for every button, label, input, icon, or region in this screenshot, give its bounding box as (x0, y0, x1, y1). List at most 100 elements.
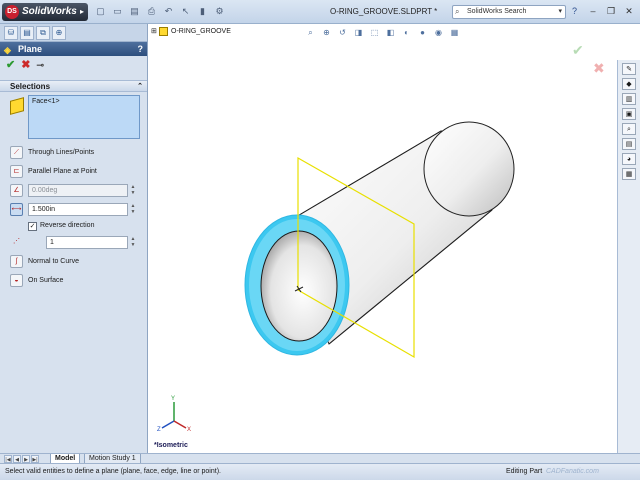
save-icon[interactable]: ▤ (128, 5, 141, 18)
view-palette-tab-icon[interactable]: ▤ (622, 138, 636, 150)
quick-access-toolbar: ▢ ▭ ▤ ⎙ ↶ ↖ ▮ ⚙ (94, 5, 226, 19)
parallel-plane-icon[interactable]: ⊏ (10, 165, 23, 178)
new-document-icon[interactable]: ▢ (94, 5, 107, 18)
collapse-icon[interactable]: ⌃ (137, 81, 143, 92)
propertymanager-tab-icon[interactable]: ▤ (20, 26, 34, 40)
editing-mode: Editing Part (506, 468, 543, 475)
property-manager-header: ◈ Plane ? (0, 42, 147, 56)
offset-distance-row: ⟷ 1.500in ▲ ▼ (0, 200, 147, 219)
angle-field[interactable]: 0.00deg (28, 184, 128, 197)
property-manager-title: Plane (18, 44, 43, 54)
rebuild-icon[interactable]: ▮ (196, 5, 209, 18)
task-pane-top (617, 24, 640, 60)
offset-distance-field[interactable]: 1.500in (28, 203, 128, 216)
view-orientation-label: *Isometric (154, 442, 188, 449)
cancel-button[interactable]: ✖ (21, 59, 30, 71)
appearances-tab-icon[interactable]: ◕ (622, 153, 636, 165)
number-of-planes-spinner[interactable]: ▲ ▼ (129, 236, 137, 249)
title-bar: DS SolidWorks ▸ ▢ ▭ ▤ ⎙ ↶ ↖ ▮ ⚙ O-RING_G… (0, 0, 640, 24)
bottom-tab-bar: |◀ ◀ ▶ ▶| Model Motion Study 1 (0, 453, 640, 464)
document-title: O-RING_GROOVE.SLDPRT * (330, 7, 438, 16)
on-surface-icon[interactable]: ◒ (10, 274, 23, 287)
svg-text:Z: Z (157, 427, 161, 433)
through-lines-points-label: Through Lines/Points (28, 149, 95, 156)
pm-action-buttons: ✔ ✖ ⊸ (0, 56, 147, 74)
search-tab-icon[interactable]: ⌕ (622, 123, 636, 135)
search-placeholder: SolidWorks Search (467, 8, 527, 15)
cylinder-back-face (423, 121, 515, 217)
last-tab-icon[interactable]: ▶| (31, 455, 39, 463)
face-selection-icon (10, 97, 24, 115)
at-angle-icon[interactable]: ∠ (10, 184, 23, 197)
reverse-direction-checkbox[interactable]: ✓ (28, 222, 37, 231)
ds-logo-icon: DS (5, 5, 19, 19)
on-surface-label: On Surface (28, 277, 64, 284)
offset-spinner[interactable]: ▲ ▼ (129, 203, 137, 216)
pm-help-button[interactable]: ? (138, 42, 144, 56)
watermark: CADFanatic.com (546, 468, 599, 475)
angle-spinner[interactable]: ▲ ▼ (129, 184, 137, 197)
custom-properties-tab-icon[interactable]: ▦ (622, 168, 636, 180)
parallel-plane-at-point-option[interactable]: ⊏ Parallel Plane at Point (0, 162, 147, 181)
selection-item[interactable]: Face<1> (32, 98, 136, 105)
svg-text:Y: Y (171, 396, 175, 402)
dimxpert-tab-icon[interactable]: ⊕ (52, 26, 66, 40)
file-explorer-tab-icon[interactable]: ▣ (622, 108, 636, 120)
featuremanager-tab-icon[interactable]: ⛁ (4, 26, 18, 40)
search-input[interactable]: ⌕ SolidWorks Search ▾ (452, 5, 566, 19)
offset-distance-icon[interactable]: ⟷ (10, 203, 23, 216)
help-icon[interactable]: ? (572, 6, 577, 16)
task-pane: ✎ ◆ ▥ ▣ ⌕ ▤ ◕ ▦ (617, 60, 640, 453)
open-document-icon[interactable]: ▭ (111, 5, 124, 18)
reference-triad: Y Z X (157, 396, 191, 433)
selections-group-header[interactable]: Selections ⌃ (0, 80, 147, 92)
selections-title: Selections (10, 82, 51, 91)
print-icon[interactable]: ⎙ (145, 5, 158, 18)
prev-tab-icon[interactable]: ◀ (13, 455, 21, 463)
normal-to-curve-label: Normal to Curve (28, 258, 79, 265)
search-dropdown-icon[interactable]: ▾ (558, 6, 562, 18)
number-of-planes-field[interactable]: 1 (46, 236, 128, 249)
next-tab-icon[interactable]: ▶ (22, 455, 30, 463)
restore-icon[interactable]: ❐ (604, 4, 618, 18)
bore-opening (260, 230, 338, 342)
selection-list[interactable]: Face<1> (28, 95, 140, 139)
reverse-direction-label: Reverse direction (40, 222, 95, 229)
through-lines-points-option[interactable]: ⟋ Through Lines/Points (0, 143, 147, 162)
search-icon: ⌕ (455, 7, 460, 16)
model-viewport[interactable]: Y Z X (149, 24, 617, 453)
manager-tabs: ⛁ ▤ ⧉ ⊕ (0, 24, 147, 42)
normal-to-curve-icon[interactable]: ʃ (10, 255, 23, 268)
parallel-plane-label: Parallel Plane at Point (28, 168, 97, 175)
design-library-tab-icon[interactable]: ▥ (622, 93, 636, 105)
close-icon[interactable]: ✕ (622, 4, 636, 18)
options-icon[interactable]: ⚙ (213, 5, 226, 18)
svg-text:X: X (187, 427, 191, 433)
normal-to-curve-option[interactable]: ʃ Normal to Curve (0, 252, 147, 271)
property-manager-panel: ⛁ ▤ ⧉ ⊕ ◈ Plane ? ✔ ✖ ⊸ Selections ⌃ Fac… (0, 24, 148, 453)
app-name: SolidWorks (22, 6, 77, 17)
selection-row: Face<1> (0, 95, 147, 143)
status-bar: Select valid entities to define a plane … (0, 463, 640, 480)
ok-button[interactable]: ✔ (6, 59, 15, 71)
menu-arrow-icon: ▸ (80, 7, 85, 16)
solidworks-menu-button[interactable]: DS SolidWorks ▸ (2, 3, 88, 21)
tab-navigation: |◀ ◀ ▶ ▶| (4, 455, 39, 463)
status-message: Select valid entities to define a plane … (5, 468, 221, 475)
configurationmanager-tab-icon[interactable]: ⧉ (36, 26, 50, 40)
through-lines-points-icon[interactable]: ⟋ (10, 146, 23, 159)
at-angle-row: ∠ 0.00deg ▲ ▼ (0, 181, 147, 200)
reverse-direction-row[interactable]: ✓ Reverse direction (0, 219, 147, 233)
sketch-tab-icon[interactable]: ✎ (622, 63, 636, 75)
select-icon[interactable]: ↖ (179, 5, 192, 18)
pushpin-button[interactable]: ⊸ (36, 59, 44, 71)
first-tab-icon[interactable]: |◀ (4, 455, 12, 463)
plane-icon: ◈ (4, 45, 11, 55)
on-surface-option[interactable]: ◒ On Surface (0, 271, 147, 290)
number-of-planes-icon: ⋰ (13, 238, 20, 245)
resources-tab-icon[interactable]: ◆ (622, 78, 636, 90)
window-controls: – ❐ ✕ (586, 4, 636, 18)
graphics-area[interactable]: ⊞ O-RING_GROOVE ⌕ ⊕ ↺ ◨ ⬚ ◧ ◐ ● ◉ ▦ ✔ ✖ (149, 24, 617, 453)
undo-icon[interactable]: ↶ (162, 5, 175, 18)
minimize-icon[interactable]: – (586, 4, 600, 18)
